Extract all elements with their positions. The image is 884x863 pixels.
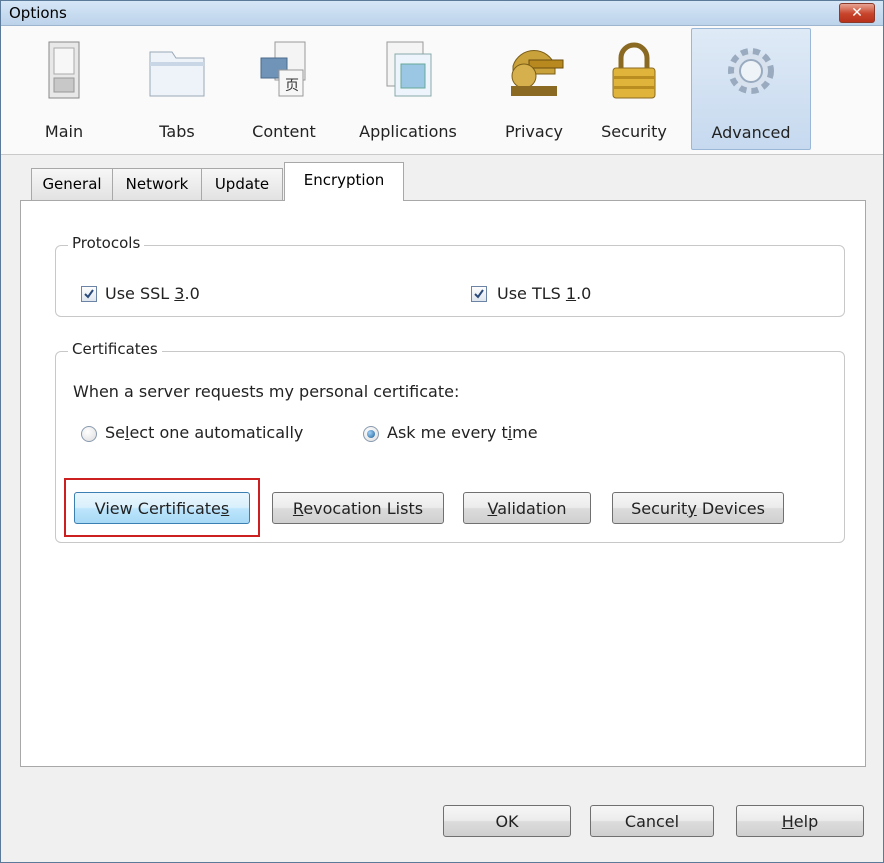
group-legend: Protocols (68, 234, 145, 252)
button-text: alidation (497, 499, 567, 518)
pane-label: Tabs (159, 122, 195, 141)
ssl-label[interactable]: Use SSL 3.0 (105, 284, 200, 303)
tab-label: Update (214, 175, 270, 193)
pane-main[interactable]: Main (30, 28, 98, 148)
ask-every-time-label[interactable]: Ask me every time (387, 423, 538, 442)
button-text: Securit (631, 499, 688, 518)
button-text: evocation Lists (303, 499, 424, 518)
tabs-icon (149, 51, 205, 97)
label-text: me (512, 423, 538, 442)
cancel-button[interactable]: Cancel (590, 805, 714, 837)
button-text: OK (495, 812, 519, 831)
label-text: Use TLS (497, 284, 566, 303)
tab-update[interactable]: Update (201, 168, 283, 200)
pane-security[interactable]: Security (591, 28, 677, 148)
pane-label: Advanced (711, 123, 791, 142)
help-button[interactable]: Help (736, 805, 864, 837)
checkmark-icon (84, 289, 94, 299)
tab-general[interactable]: General (31, 168, 113, 200)
checkmark-icon (474, 289, 484, 299)
pane-content[interactable]: 页 Content (239, 28, 329, 148)
pane-label: Security (601, 122, 667, 141)
button-text: elp (793, 812, 819, 831)
close-button[interactable]: ✕ (839, 3, 875, 23)
access-key: 3 (174, 284, 185, 303)
select-automatically-radio[interactable] (81, 426, 97, 442)
tls-label[interactable]: Use TLS 1.0 (497, 284, 591, 303)
tab-label: Encryption (303, 171, 385, 189)
tab-network[interactable]: Network (112, 168, 202, 200)
switch-icon (48, 41, 80, 99)
pane-label: Applications (359, 122, 457, 141)
select-automatically-label[interactable]: Select one automatically (105, 423, 303, 442)
access-key: V (487, 499, 498, 518)
protocols-group: Protocols (55, 234, 845, 317)
pane-label: Content (252, 122, 316, 141)
pane-label: Main (44, 122, 84, 141)
close-icon: ✕ (851, 5, 863, 21)
tab-label: Network (125, 175, 189, 193)
lock-icon (612, 42, 656, 99)
tab-label: General (42, 175, 102, 193)
access-key: R (292, 499, 304, 518)
applications-icon (386, 41, 432, 97)
access-key: y (687, 499, 697, 518)
tls-checkbox[interactable] (471, 286, 487, 302)
pane-label: Privacy (505, 122, 563, 141)
preferences-toolbar: Main Tabs 页 Content Applications Privacy… (1, 26, 883, 155)
security-devices-button[interactable]: Security Devices (612, 492, 784, 524)
gear-icon (728, 48, 774, 94)
label-text: Use SSL (105, 284, 175, 303)
label-text: .0 (576, 284, 592, 303)
label-text: ect one automatically (129, 423, 304, 442)
svg-text:页: 页 (285, 78, 299, 94)
label-text: Se (105, 423, 125, 442)
revocation-lists-button[interactable]: Revocation Lists (272, 492, 444, 524)
button-text: Devices (696, 499, 765, 518)
ok-button[interactable]: OK (443, 805, 571, 837)
pane-applications[interactable]: Applications (345, 28, 471, 148)
privacy-icon (511, 50, 564, 96)
content-icon: 页 (260, 41, 306, 97)
ssl-checkbox[interactable] (81, 286, 97, 302)
validation-button[interactable]: Validation (463, 492, 591, 524)
button-text: Cancel (624, 812, 680, 831)
tab-encryption[interactable]: Encryption (284, 162, 404, 201)
options-window: Options ✕ Main Tabs 页 Content Applicatio… (0, 0, 884, 863)
ask-every-time-radio[interactable] (363, 426, 379, 442)
pane-tabs[interactable]: Tabs (143, 28, 211, 148)
label-text: Ask me every t (387, 423, 508, 442)
title-bar[interactable]: Options ✕ (1, 1, 883, 26)
access-key: H (781, 812, 794, 831)
label-text: .0 (184, 284, 200, 303)
group-legend: Certificates (68, 340, 162, 358)
pane-privacy[interactable]: Privacy (493, 28, 575, 148)
window-title: Options (9, 4, 67, 22)
highlight-box (64, 478, 260, 537)
pane-advanced[interactable]: Advanced (691, 28, 811, 150)
certificate-prompt: When a server requests my personal certi… (73, 382, 460, 401)
access-key: 1 (565, 284, 577, 303)
